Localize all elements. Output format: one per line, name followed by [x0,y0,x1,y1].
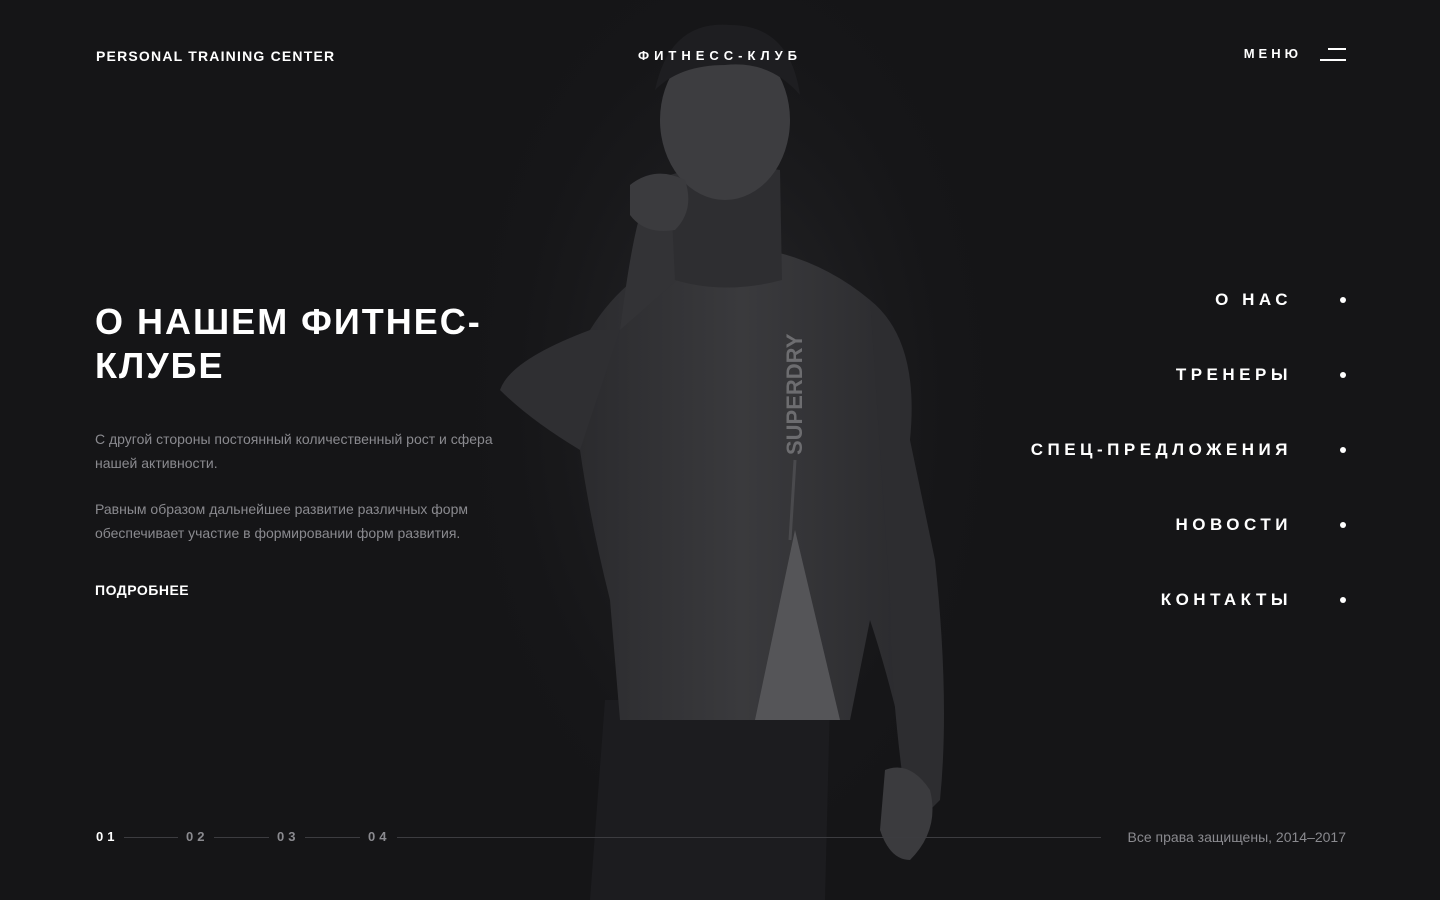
hero-figure-image: SUPERDRY [470,0,990,900]
more-link[interactable]: ПОДРОБНЕЕ [95,582,189,598]
nav-label: СПЕЦ-ПРЕДЛОЖЕНИЯ [1030,440,1292,459]
intro-paragraph-1: С другой стороны постоянный количественн… [95,431,493,471]
shirt-print-text: SUPERDRY [782,333,807,455]
nav-dot-icon [1340,447,1346,453]
nav-dot-icon [1340,522,1346,528]
nav-dot-icon [1340,597,1346,603]
nav-label: ТРЕНЕРЫ [1175,365,1292,384]
hamburger-icon [1320,47,1346,61]
nav-item-special-offers[interactable]: СПЕЦ-ПРЕДЛОЖЕНИЯ [1031,430,1346,470]
menu-label: МЕНЮ [1243,46,1302,61]
site-subtitle: ФИТНЕСС-КЛУБ [637,48,803,63]
pager-divider [305,837,360,838]
menu-button[interactable]: МЕНЮ [1244,46,1346,61]
nav-item-news[interactable]: НОВОСТИ [1031,505,1346,545]
nav-item-about[interactable]: О НАС [1031,280,1346,320]
nav-dot-icon [1340,297,1346,303]
pager-page-4[interactable]: 04 [368,829,390,844]
pager-track [397,837,1101,838]
pager-divider [124,837,178,838]
pager-divider [214,837,269,838]
nav-item-trainers[interactable]: ТРЕНЕРЫ [1031,355,1346,395]
nav-label: КОНТАКТЫ [1160,590,1292,609]
slide-pager: 01 02 03 04 Все права защищены, 2014–201… [96,828,1346,848]
pager-page-3[interactable]: 03 [277,829,299,844]
pager-page-2[interactable]: 02 [186,829,208,844]
nav-dot-icon [1340,372,1346,378]
side-nav: О НАС ТРЕНЕРЫ СПЕЦ-ПРЕДЛОЖЕНИЯ НОВОСТИ К… [1031,280,1346,655]
intro-paragraph-2: Равным образом дальнейшее развитие разли… [95,501,468,541]
page-title: О НАШЕМ ФИТНЕС-КЛУБЕ [95,301,482,386]
nav-label: О НАС [1215,290,1292,309]
pager-page-1[interactable]: 01 [96,829,118,844]
nav-item-contacts[interactable]: КОНТАКТЫ [1031,580,1346,620]
copyright-text: Все права защищены, 2014–2017 [1127,829,1346,845]
nav-label: НОВОСТИ [1175,515,1292,534]
